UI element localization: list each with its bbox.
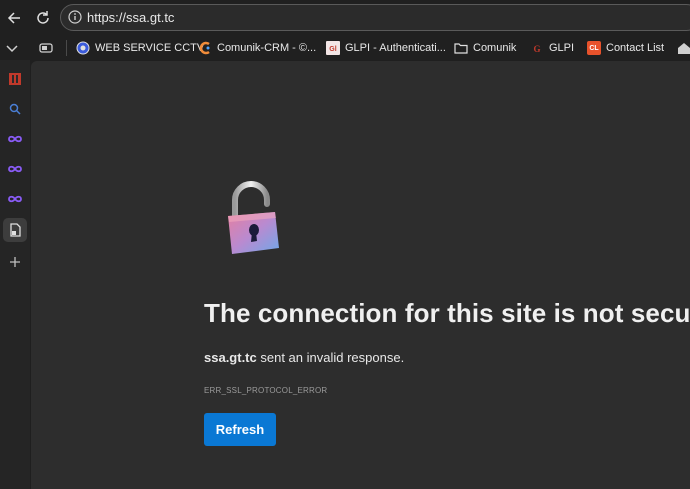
infinity-icon bbox=[8, 195, 22, 203]
document-lock-icon bbox=[10, 223, 21, 237]
svg-text:G: G bbox=[533, 44, 540, 54]
unlocked-padlock-icon bbox=[223, 180, 285, 261]
bookmark-label: GLPI bbox=[549, 42, 575, 54]
bookmark-web-service-cctv[interactable]: WEB SERVICE CCTV bbox=[76, 39, 204, 57]
tab-actions-icon[interactable] bbox=[38, 40, 54, 56]
sidebar-add-button[interactable] bbox=[3, 250, 27, 274]
error-host: ssa.gt.tc bbox=[204, 350, 257, 365]
sidebar-app-infinity-2[interactable] bbox=[3, 157, 27, 181]
sidebar-app-infinity-1[interactable] bbox=[3, 127, 27, 151]
url-text[interactable]: https://ssa.gt.tc bbox=[87, 10, 174, 25]
infinity-icon bbox=[8, 135, 22, 143]
sidebar-app-office[interactable] bbox=[3, 67, 27, 91]
browser-toolbar: https://ssa.gt.tc bbox=[0, 0, 690, 36]
search-icon bbox=[9, 103, 21, 115]
error-page: The connection for this site is not secu… bbox=[31, 61, 690, 489]
bookmark-glpi[interactable]: G GLPI bbox=[530, 39, 574, 57]
bookmark-label: Comunik-CRM - ©... bbox=[217, 42, 317, 54]
folder-icon bbox=[454, 41, 468, 55]
bookmark-comunik-crm[interactable]: Comunik-CRM - ©... bbox=[198, 39, 316, 57]
svg-text:Gl: Gl bbox=[329, 46, 336, 53]
bookmark-label: Contact List bbox=[606, 42, 665, 54]
infinity-icon bbox=[8, 165, 22, 173]
info-icon[interactable] bbox=[68, 10, 82, 24]
bookmark-contact-list[interactable]: CL Contact List bbox=[587, 39, 664, 57]
bookmarks-bar: WEB SERVICE CCTV Comunik-CRM - ©... Gl G… bbox=[0, 36, 690, 60]
reload-icon bbox=[37, 11, 49, 24]
plus-icon bbox=[10, 257, 20, 267]
sidebar bbox=[0, 60, 30, 489]
sidebar-app-infinity-3[interactable] bbox=[3, 187, 27, 211]
reload-button[interactable] bbox=[31, 6, 55, 30]
refresh-button[interactable]: Refresh bbox=[204, 413, 276, 446]
office-icon bbox=[9, 73, 21, 85]
error-title: The connection for this site is not secu… bbox=[204, 298, 690, 328]
error-message: ssa.gt.tc sent an invalid response. bbox=[204, 350, 404, 365]
bookmark-comunik-folder[interactable]: Comunik bbox=[454, 39, 516, 57]
address-bar[interactable]: https://ssa.gt.tc bbox=[60, 4, 690, 31]
error-code: ERR_SSL_PROTOCOL_ERROR bbox=[204, 386, 328, 395]
sidebar-search[interactable] bbox=[3, 97, 27, 121]
bookmark-glpi-authentication[interactable]: Gl GLPI - Authenticati... bbox=[326, 39, 446, 57]
bookmarks-divider bbox=[66, 40, 67, 56]
glpi-icon: Gl bbox=[326, 41, 340, 55]
bookmark-label: Comunik bbox=[473, 42, 517, 54]
glpi-icon: G bbox=[530, 41, 544, 55]
globe-icon bbox=[76, 41, 90, 55]
error-message-text: sent an invalid response. bbox=[256, 350, 405, 365]
chevron-down-icon[interactable] bbox=[4, 40, 20, 56]
bookmark-label: WEB SERVICE CCTV bbox=[95, 42, 205, 54]
cl-icon: CL bbox=[587, 41, 601, 55]
back-button[interactable] bbox=[2, 6, 26, 30]
arrow-left-icon bbox=[7, 12, 20, 24]
home-icon[interactable] bbox=[676, 40, 690, 56]
sidebar-app-document[interactable] bbox=[3, 218, 27, 242]
bookmark-label: GLPI - Authenticati... bbox=[345, 42, 446, 54]
crm-logo-icon bbox=[198, 41, 212, 55]
